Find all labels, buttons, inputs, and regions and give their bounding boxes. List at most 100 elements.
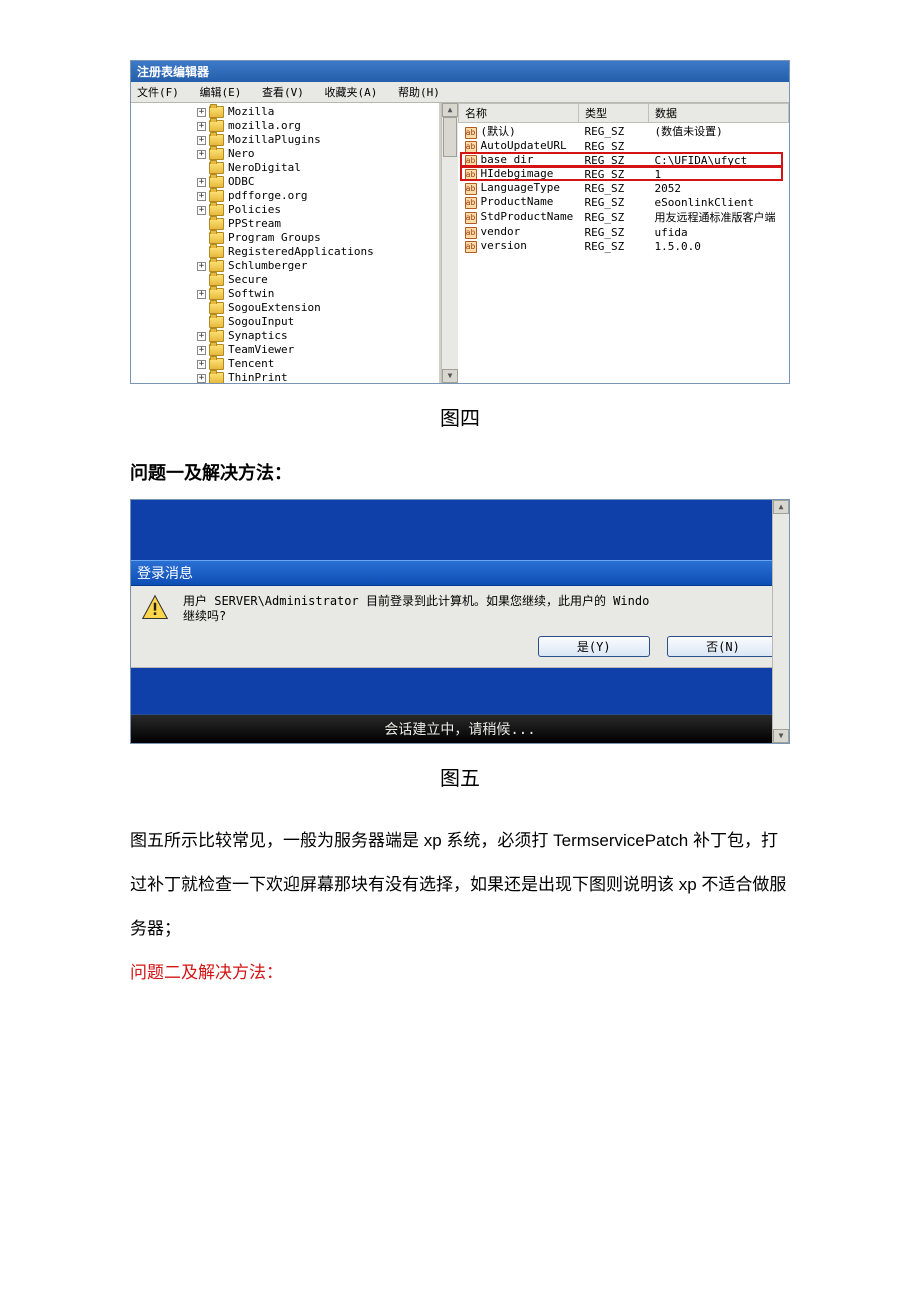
tree-leaf-icon bbox=[197, 164, 206, 173]
value-type: REG_SZ bbox=[579, 209, 649, 225]
value-row[interactable]: ab vendor REG_SZufida bbox=[459, 225, 789, 239]
tree-node[interactable]: Secure bbox=[137, 273, 439, 287]
tree-leaf-icon bbox=[197, 234, 206, 243]
menu-file[interactable]: 文件(F) bbox=[137, 86, 179, 99]
yes-button[interactable]: 是(Y) bbox=[538, 636, 650, 657]
tree-leaf-icon bbox=[197, 248, 206, 257]
tree-node[interactable]: pdfforge.org bbox=[137, 189, 439, 203]
no-button[interactable]: 否(N) bbox=[667, 636, 779, 657]
login-message-text: 用户 SERVER\Administrator 目前登录到此计算机。如果您继续，… bbox=[183, 594, 649, 624]
tree-label: MozillaPlugins bbox=[228, 133, 321, 147]
tree-node[interactable]: Tencent bbox=[137, 357, 439, 371]
folder-icon bbox=[209, 176, 224, 188]
col-type[interactable]: 类型 bbox=[579, 104, 649, 123]
remote-scroll-up-icon[interactable]: ▲ bbox=[773, 500, 789, 514]
scroll-up-icon[interactable]: ▲ bbox=[442, 103, 458, 117]
string-value-icon: ab bbox=[465, 155, 477, 167]
value-row[interactable]: abbase_dirREG_SZC:\UFIDA\ufyct bbox=[459, 153, 789, 167]
value-data: ufida bbox=[649, 225, 789, 239]
tree-node[interactable]: ODBC bbox=[137, 175, 439, 189]
string-value-icon: ab bbox=[465, 183, 477, 195]
tree-label: Softwin bbox=[228, 287, 274, 301]
expand-icon[interactable] bbox=[197, 360, 206, 369]
tree-node[interactable]: Schlumberger bbox=[137, 259, 439, 273]
tree-label: Mozilla bbox=[228, 105, 274, 119]
tree-node[interactable]: Policies bbox=[137, 203, 439, 217]
string-value-icon: ab bbox=[465, 169, 477, 181]
expand-icon[interactable] bbox=[197, 346, 206, 355]
value-name: vendor bbox=[481, 225, 521, 238]
expand-icon[interactable] bbox=[197, 206, 206, 215]
expand-icon[interactable] bbox=[197, 290, 206, 299]
value-data: 2052 bbox=[649, 181, 789, 195]
folder-icon bbox=[209, 134, 224, 146]
tree-scrollbar[interactable]: ▲ ▼ bbox=[441, 103, 458, 383]
tree-label: PPStream bbox=[228, 217, 281, 231]
remote-scrollbar[interactable]: ▲ ▼ bbox=[772, 500, 789, 743]
folder-icon bbox=[209, 204, 224, 216]
tree-label: Policies bbox=[228, 203, 281, 217]
string-value-icon: ab bbox=[465, 241, 477, 253]
value-type: REG_SZ bbox=[579, 167, 649, 181]
tree-node[interactable]: MozillaPlugins bbox=[137, 133, 439, 147]
tree-node[interactable]: Synaptics bbox=[137, 329, 439, 343]
menu-fav[interactable]: 收藏夹(A) bbox=[325, 86, 378, 99]
remote-session-figure: 登录消息 用户 SERVER\Administrator 目前登录到此计算机。如… bbox=[130, 499, 790, 744]
scroll-thumb[interactable] bbox=[443, 117, 457, 157]
expand-icon[interactable] bbox=[197, 122, 206, 131]
expand-icon[interactable] bbox=[197, 262, 206, 271]
tree-node[interactable]: RegisteredApplications bbox=[137, 245, 439, 259]
tree-label: Program Groups bbox=[228, 231, 321, 245]
menu-view[interactable]: 查看(V) bbox=[262, 86, 304, 99]
value-name: HIdebgimage bbox=[481, 167, 554, 180]
tree-node[interactable]: SogouInput bbox=[137, 315, 439, 329]
tree-node[interactable]: ThinPrint bbox=[137, 371, 439, 383]
value-row[interactable]: ab(默认)REG_SZ(数值未设置) bbox=[459, 123, 789, 140]
tree-node[interactable]: PPStream bbox=[137, 217, 439, 231]
tree-leaf-icon bbox=[197, 276, 206, 285]
menu-help[interactable]: 帮助(H) bbox=[398, 86, 440, 99]
value-type: REG_SZ bbox=[579, 195, 649, 209]
value-row[interactable]: abHIdebgimageREG_SZ1 bbox=[459, 167, 789, 181]
string-value-icon: ab bbox=[465, 227, 477, 239]
expand-icon[interactable] bbox=[197, 150, 206, 159]
col-name[interactable]: 名称 bbox=[459, 104, 579, 123]
value-type: REG_SZ bbox=[579, 225, 649, 239]
value-row[interactable]: abversionREG_SZ1.5.0.0 bbox=[459, 239, 789, 253]
tree-label: ODBC bbox=[228, 175, 255, 189]
remote-scroll-down-icon[interactable]: ▼ bbox=[773, 729, 789, 743]
tree-node[interactable]: Program Groups bbox=[137, 231, 439, 245]
tree-node[interactable]: Nero bbox=[137, 147, 439, 161]
scroll-down-icon[interactable]: ▼ bbox=[442, 369, 458, 383]
tree-node[interactable]: mozilla.org bbox=[137, 119, 439, 133]
col-data[interactable]: 数据 bbox=[649, 104, 789, 123]
figure5-caption: 图五 bbox=[130, 762, 790, 791]
expand-icon[interactable] bbox=[197, 332, 206, 341]
tree-leaf-icon bbox=[197, 304, 206, 313]
tree-label: NeroDigital bbox=[228, 161, 301, 175]
value-name: (默认) bbox=[481, 125, 516, 138]
tree-node[interactable]: Mozilla bbox=[137, 105, 439, 119]
expand-icon[interactable] bbox=[197, 178, 206, 187]
expand-icon[interactable] bbox=[197, 374, 206, 383]
tree-node[interactable]: SogouExtension bbox=[137, 301, 439, 315]
value-name: base_dir bbox=[481, 153, 534, 166]
folder-icon bbox=[209, 106, 224, 118]
tree-node[interactable]: TeamViewer bbox=[137, 343, 439, 357]
tree-node[interactable]: NeroDigital bbox=[137, 161, 439, 175]
regedit-values-pane[interactable]: 名称 类型 数据 ab(默认)REG_SZ(数值未设置)abAutoUpdate… bbox=[458, 103, 789, 383]
value-name: LanguageType bbox=[481, 181, 560, 194]
tree-node[interactable]: Softwin bbox=[137, 287, 439, 301]
expand-icon[interactable] bbox=[197, 192, 206, 201]
expand-icon[interactable] bbox=[197, 136, 206, 145]
value-row[interactable]: abProductNameREG_SZeSoonlinkClient bbox=[459, 195, 789, 209]
folder-icon bbox=[209, 162, 224, 174]
tree-label: pdfforge.org bbox=[228, 189, 307, 203]
value-row[interactable]: abLanguageTypeREG_SZ2052 bbox=[459, 181, 789, 195]
value-row[interactable]: abStdProductNameREG_SZ用友远程通标准版客户端 bbox=[459, 209, 789, 225]
regedit-tree[interactable]: Mozillamozilla.orgMozillaPluginsNeroNero… bbox=[131, 103, 441, 383]
expand-icon[interactable] bbox=[197, 108, 206, 117]
value-row[interactable]: abAutoUpdateURLREG_SZ bbox=[459, 139, 789, 153]
menu-edit[interactable]: 编辑(E) bbox=[200, 86, 242, 99]
folder-icon bbox=[209, 344, 224, 356]
